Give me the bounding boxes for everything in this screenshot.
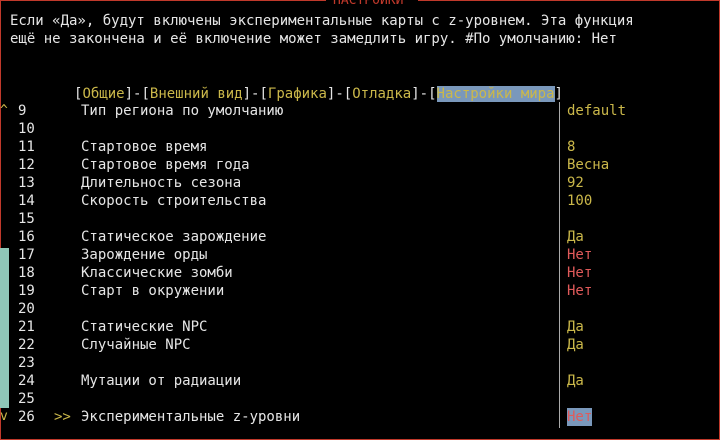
option-row-number: 17 [18, 247, 35, 263]
option-label: Скорость строительства [81, 193, 267, 209]
option-label: Статические NPC [81, 319, 208, 335]
option-row-number: 9 [18, 103, 27, 119]
tab-world-settings[interactable]: Настройки мира [436, 86, 555, 102]
option-value[interactable]: Нет [567, 264, 592, 282]
tab-debug[interactable]: Отладка [352, 86, 411, 102]
option-label: Зарождение орды [81, 247, 208, 263]
option-value[interactable]: Да [567, 318, 584, 336]
option-row[interactable]: 18 Классические зомби Нет [0, 264, 720, 282]
option-row-number: 10 [18, 121, 35, 137]
option-row[interactable]: 25 [0, 390, 720, 408]
option-label: Стартовое время года [81, 157, 250, 173]
frame-top-right [418, 0, 720, 1]
option-row[interactable]: 26 >> Экспериментальные z-уровни Нет [0, 408, 720, 426]
option-row-number: 21 [18, 319, 35, 335]
option-row-number: 15 [18, 211, 35, 227]
option-row[interactable]: 11 Стартовое время 8 [0, 138, 720, 156]
option-row-number: 23 [18, 355, 35, 371]
option-value[interactable]: Нет [567, 408, 593, 426]
tab-bar: [Общие]-[Внешний вид]-[Графика]-[Отладка… [74, 86, 563, 102]
option-row[interactable]: 12 Стартовое время года Весна [0, 156, 720, 174]
description-line-2: ещё не закончена и её включение может за… [10, 31, 617, 47]
option-label: Статическое зарождение [81, 229, 267, 245]
window-title: НАСТРОЙКИ [330, 0, 407, 8]
option-row[interactable]: 22 Случайные NPC Да [0, 336, 720, 354]
option-label: Стартовое время [81, 139, 208, 155]
tab-appearance[interactable]: Внешний вид [150, 86, 243, 102]
tab-general[interactable]: Общие [82, 86, 124, 102]
option-label: Длительность сезона [81, 175, 242, 191]
option-value[interactable]: Весна [567, 156, 609, 174]
option-row[interactable]: 9 Тип региона по умолчанию default [0, 102, 720, 120]
option-row[interactable]: 15 [0, 210, 720, 228]
option-row[interactable]: 16 Статическое зарождение Да [0, 228, 720, 246]
option-row-number: 22 [18, 337, 35, 353]
option-row[interactable]: 24 Мутации от радиации Да [0, 372, 720, 390]
option-label: Тип региона по умолчанию [81, 103, 284, 119]
option-row-number: 25 [18, 391, 35, 407]
option-row-number: 18 [18, 265, 35, 281]
option-label: Случайные NPC [81, 337, 191, 353]
option-value[interactable]: 8 [567, 138, 575, 156]
option-row-number: 12 [18, 157, 35, 173]
option-row[interactable]: 13 Длительность сезона 92 [0, 174, 720, 192]
option-row[interactable]: 21 Статические NPC Да [0, 318, 720, 336]
option-row-number: 26 [18, 409, 35, 425]
description-line-1: Если «Да», будут включены эксперименталь… [10, 13, 634, 29]
option-row-number: 14 [18, 193, 35, 209]
option-description: Если «Да», будут включены эксперименталь… [10, 12, 634, 48]
selection-cursor: >> [54, 409, 71, 425]
tab-graphics[interactable]: Графика [268, 86, 327, 102]
option-value[interactable]: Да [567, 228, 584, 246]
option-value[interactable]: 100 [567, 192, 592, 210]
option-row-number: 13 [18, 175, 35, 191]
option-row-number: 24 [18, 373, 35, 389]
option-value[interactable]: default [567, 102, 626, 120]
option-value[interactable]: Нет [567, 246, 592, 264]
option-label: Экспериментальные z-уровни [81, 409, 301, 425]
option-row-number: 16 [18, 229, 35, 245]
option-row[interactable]: 20 [0, 300, 720, 318]
option-value[interactable]: Да [567, 336, 584, 354]
option-row[interactable]: 14 Скорость строительства 100 [0, 192, 720, 210]
frame-top-left [0, 0, 326, 1]
option-value[interactable]: Нет [567, 282, 592, 300]
option-row[interactable]: 23 [0, 354, 720, 372]
option-row-number: 20 [18, 301, 35, 317]
option-label: Старт в окружении [81, 283, 225, 299]
option-row[interactable]: 19 Старт в окружении Нет [0, 282, 720, 300]
option-label: Классические зомби [81, 265, 233, 281]
option-row[interactable]: 17 Зарождение орды Нет [0, 246, 720, 264]
option-value[interactable]: 92 [567, 174, 584, 192]
option-row[interactable]: 10 [0, 120, 720, 138]
option-row-number: 11 [18, 139, 35, 155]
option-row-number: 19 [18, 283, 35, 299]
option-value[interactable]: Да [567, 372, 584, 390]
option-label: Мутации от радиации [81, 373, 242, 389]
